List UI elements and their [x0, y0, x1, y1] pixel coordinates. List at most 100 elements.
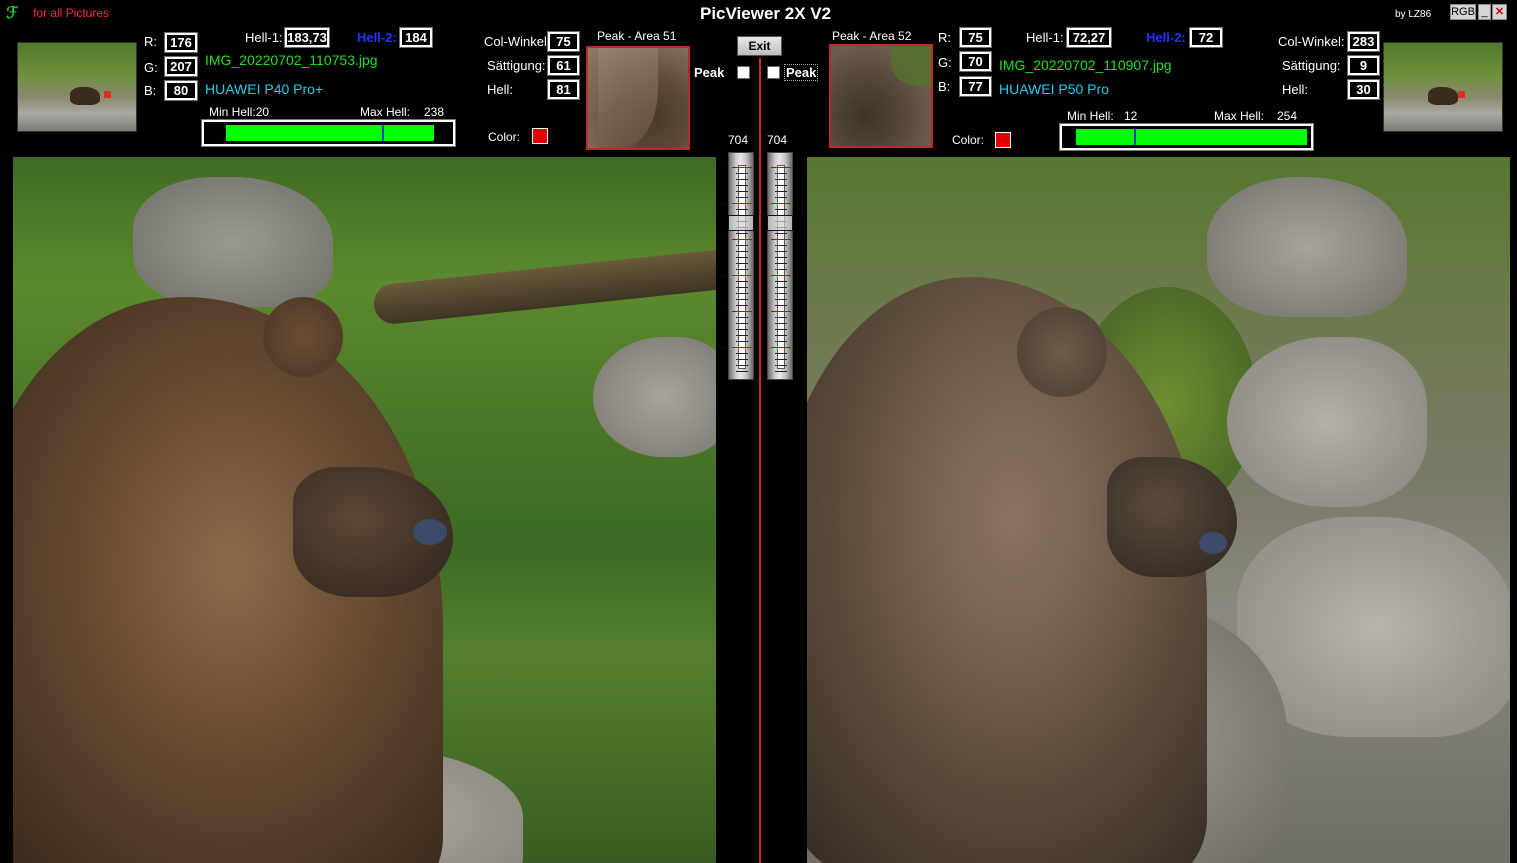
- right-g-value: 70: [959, 51, 992, 72]
- left-max-hell-value: 238: [424, 105, 445, 119]
- left-min-hell-label: Min Hell:20: [209, 105, 270, 119]
- left-zoom-slider[interactable]: [728, 152, 754, 380]
- left-zoom-slider-tick: [736, 281, 748, 282]
- right-zoom-slider-tick: [775, 209, 787, 210]
- right-peak-area-label: Peak - Area 52: [832, 29, 912, 43]
- left-min-hell-value: 20: [255, 105, 270, 119]
- left-g-value: 207: [164, 56, 198, 77]
- right-thumbnail[interactable]: [1383, 42, 1503, 132]
- left-zoom-slider-tick: [736, 305, 748, 306]
- right-hell2-value: 72: [1189, 27, 1223, 48]
- right-zoom-slider-tick: [775, 335, 787, 336]
- left-zoom-slider-tick: [736, 365, 748, 366]
- right-zoom-slider[interactable]: [767, 152, 793, 380]
- left-peak-checkbox[interactable]: [737, 66, 750, 79]
- left-zoom-slider-tick: [736, 251, 748, 252]
- right-zoom-slider-tick: [771, 203, 791, 204]
- right-zoom-slider-handle[interactable]: [767, 215, 793, 231]
- right-photo-bear-ear: [1017, 307, 1107, 397]
- right-brightness-bar-fill: [1076, 129, 1308, 145]
- right-zoom-slider-tick: [775, 269, 787, 270]
- center-divider-line: [759, 58, 761, 863]
- left-zoom-slider-tick: [736, 323, 748, 324]
- app-title: PicViewer 2X V2: [700, 4, 832, 23]
- left-photo-viewport[interactable]: [13, 157, 716, 863]
- right-zoom-slider-tick: [771, 167, 791, 168]
- left-zoom-slider-tick: [736, 371, 748, 372]
- right-photo-rock-top: [1207, 177, 1407, 317]
- right-peak-area-moss: [891, 46, 931, 86]
- exit-button[interactable]: Exit: [737, 36, 782, 56]
- right-max-hell-value: 254: [1277, 109, 1298, 123]
- right-zoom-slider-tick: [775, 365, 787, 366]
- right-zoom-slider-tick: [771, 311, 791, 312]
- right-min-hell-value: 12: [1124, 109, 1138, 123]
- right-zoom-slider-tick: [775, 293, 787, 294]
- left-zoom-slider-tick: [732, 203, 752, 204]
- left-photo-rock-right: [593, 337, 716, 457]
- left-zoom-slider-tick: [736, 335, 748, 336]
- left-zoom-slider-tick: [736, 191, 748, 192]
- left-thumbnail-marker: [104, 91, 111, 98]
- right-zoom-slider-tick: [775, 179, 787, 180]
- left-zoom-slider-tick: [736, 185, 748, 186]
- right-b-label: B:: [938, 79, 951, 94]
- left-zoom-slider-tick: [736, 245, 748, 246]
- right-zoom-slider-tick: [775, 329, 787, 330]
- left-zoom-slider-tick: [736, 359, 748, 360]
- left-peak-label: Peak: [694, 65, 725, 80]
- right-hell1-label: Hell-1:: [1026, 30, 1064, 45]
- right-thumbnail-marker: [1458, 91, 1465, 98]
- right-zoom-slider-tick: [771, 275, 791, 276]
- left-r-value: 176: [164, 32, 198, 53]
- right-zoom-slider-tick: [775, 245, 787, 246]
- right-zoom-slider-tick: [775, 323, 787, 324]
- right-zoom-slider-tick: [775, 263, 787, 264]
- right-filename: IMG_20220702_110907.jpg: [999, 57, 1172, 73]
- left-hell2-label: Hell-2:: [357, 30, 397, 45]
- left-hell-value: 81: [547, 79, 580, 100]
- right-camera-model: HUAWEI P50 Pro: [999, 81, 1109, 97]
- left-color-swatch[interactable]: [532, 128, 548, 144]
- minimize-button[interactable]: _: [1478, 4, 1491, 20]
- right-photo-rock-right: [1227, 337, 1427, 507]
- right-zoom-slider-tick: [775, 191, 787, 192]
- left-hell1-label: Hell-1:: [245, 30, 283, 45]
- left-zoom-slider-tick: [736, 317, 748, 318]
- right-zoom-slider-tick: [775, 341, 787, 342]
- right-photo-viewport[interactable]: [807, 157, 1510, 863]
- left-filename: IMG_20220702_110753.jpg: [205, 52, 378, 68]
- left-photo-rock-top: [133, 177, 333, 307]
- right-color-swatch[interactable]: [995, 132, 1011, 148]
- right-zoom-slider-tick: [775, 317, 787, 318]
- left-zoom-slider-tick: [736, 173, 748, 174]
- right-col-winkel-value: 283: [1347, 31, 1380, 52]
- left-zoom-slider-tick: [732, 167, 752, 168]
- left-g-label: G:: [144, 60, 158, 75]
- left-zoom-slider-tick: [732, 275, 752, 276]
- right-r-value: 75: [959, 27, 992, 48]
- left-zoom-slider-tick: [732, 311, 752, 312]
- right-zoom-slider-tick: [775, 173, 787, 174]
- left-saettigung-value: 61: [547, 55, 580, 76]
- left-photo-bear-nose: [413, 519, 447, 545]
- left-zoom-slider-tick: [736, 299, 748, 300]
- left-zoom-slider-tick: [736, 197, 748, 198]
- rgb-button[interactable]: RGB: [1450, 4, 1476, 20]
- left-hell1-value: 183,73: [284, 27, 330, 48]
- right-zoom-slider-tick: [775, 305, 787, 306]
- left-hell-label: Hell:: [487, 82, 514, 97]
- right-peak-checkbox[interactable]: [767, 66, 780, 79]
- left-peak-area-fur: [598, 48, 658, 148]
- left-b-label: B:: [144, 83, 157, 98]
- right-min-hell-label: Min Hell:: [1067, 109, 1114, 123]
- right-hell1-value: 72,27: [1066, 27, 1112, 48]
- left-thumbnail[interactable]: [17, 42, 137, 132]
- left-zoom-slider-tick: [736, 353, 748, 354]
- right-g-label: G:: [938, 55, 952, 70]
- left-saettigung-label: Sättigung:: [487, 58, 546, 73]
- left-zoom-slider-handle[interactable]: [728, 215, 754, 231]
- left-zoom-slider-tick: [732, 347, 752, 348]
- left-max-hell-label: Max Hell:: [360, 105, 411, 119]
- close-button[interactable]: ✕: [1492, 4, 1507, 20]
